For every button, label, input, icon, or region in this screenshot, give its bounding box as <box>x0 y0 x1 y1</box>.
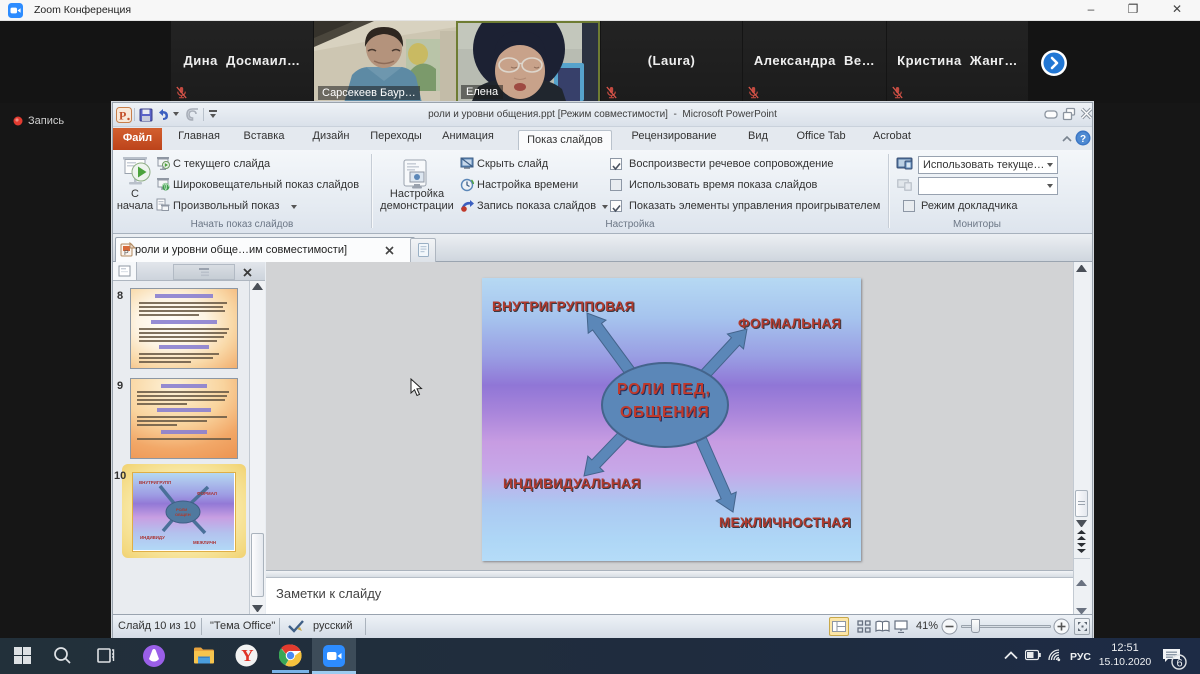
svg-text:6: 6 <box>1177 658 1183 670</box>
svg-text:ОБЩЕН: ОБЩЕН <box>175 512 191 517</box>
svg-text:ОБЩЕНИЯ: ОБЩЕНИЯ <box>620 404 710 421</box>
svg-text:РОЛИ ПЕД,: РОЛИ ПЕД, <box>617 381 711 398</box>
svg-text:ФОРМАЛЬНАЯ: ФОРМАЛЬНАЯ <box>738 316 841 331</box>
svg-text:МЕЖЛИЧНОСТНАЯ: МЕЖЛИЧНОСТНАЯ <box>719 515 851 530</box>
svg-text:МЕЖЛИЧН: МЕЖЛИЧН <box>193 540 216 545</box>
svg-text:ВНУТРИГРУППОВАЯ: ВНУТРИГРУППОВАЯ <box>492 299 635 314</box>
svg-text:ИНДИВИДУ: ИНДИВИДУ <box>140 535 165 540</box>
svg-text:Y: Y <box>241 646 253 665</box>
svg-text:ИНДИВИДУАЛЬНАЯ: ИНДИВИДУАЛЬНАЯ <box>503 476 641 491</box>
svg-text:?: ? <box>1080 134 1086 145</box>
svg-text:ВНУТРИГРУПП: ВНУТРИГРУПП <box>139 480 171 485</box>
svg-text:P: P <box>124 250 129 257</box>
svg-text:ФОРМАЛ: ФОРМАЛ <box>197 491 217 496</box>
